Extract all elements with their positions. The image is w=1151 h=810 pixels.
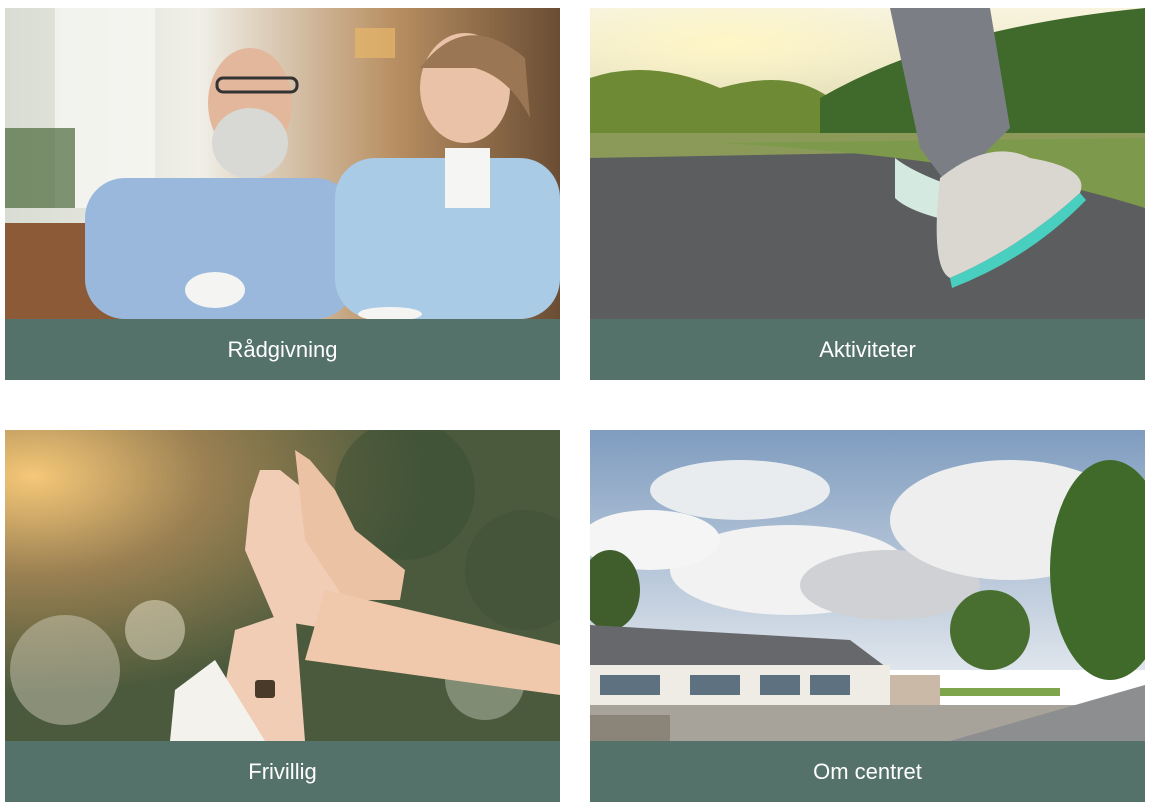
card-label: Rådgivning <box>5 319 560 380</box>
card-label: Frivillig <box>5 741 560 802</box>
card-aktiviteter[interactable]: Aktiviteter <box>590 8 1145 380</box>
card-label: Om centret <box>590 741 1145 802</box>
card-label: Aktiviteter <box>590 319 1145 380</box>
elderly-couple-coffee-photo[interactable] <box>5 8 560 319</box>
high-five-hands-photo[interactable] <box>5 430 560 741</box>
card-om-centret[interactable]: Om centret <box>590 430 1145 802</box>
centre-building-street-photo[interactable] <box>590 430 1145 741</box>
card-radgivning[interactable]: Rådgivning <box>5 8 560 380</box>
card-frivillig[interactable]: Frivillig <box>5 430 560 802</box>
walking-feet-path-photo[interactable] <box>590 8 1145 319</box>
